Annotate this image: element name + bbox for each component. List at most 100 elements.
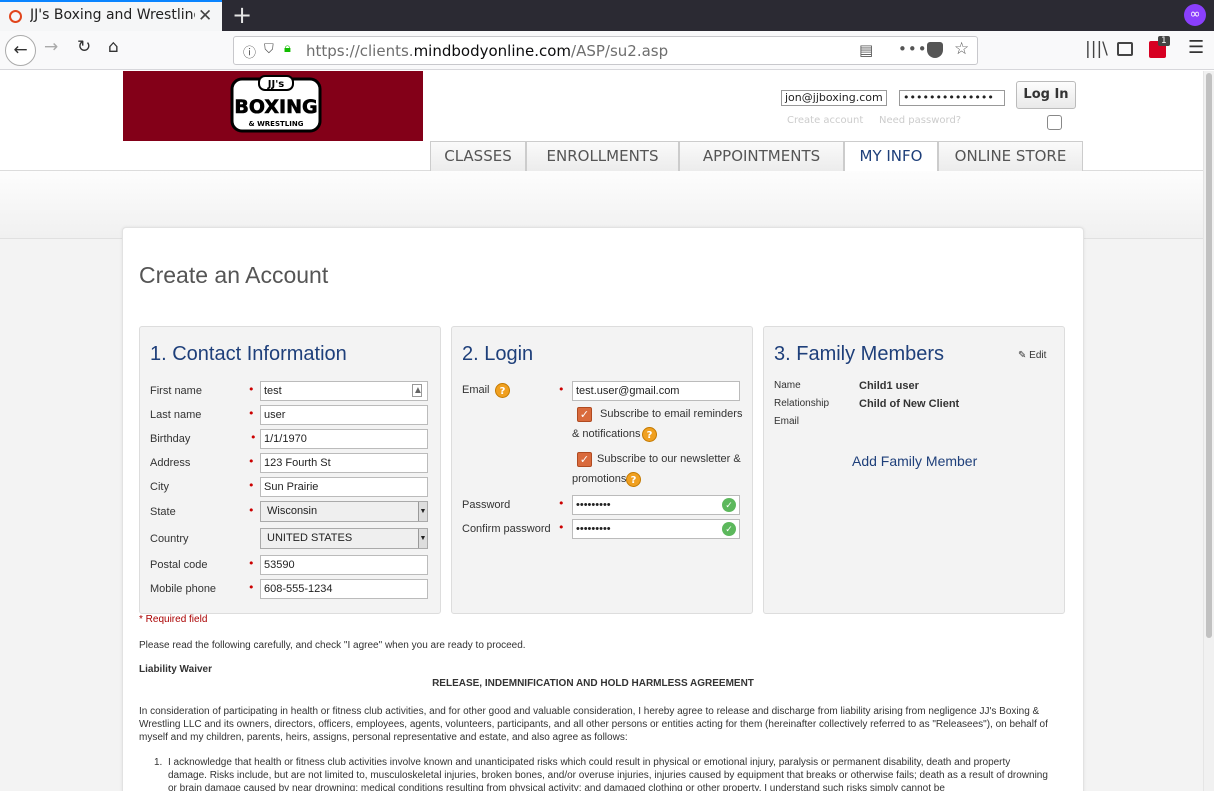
chevron-down-icon: ▼	[418, 529, 427, 548]
login-email-field[interactable]: jon@jjboxing.com	[781, 90, 887, 106]
url-text[interactable]: https://clients.mindbodyonline.com/ASP/s…	[306, 42, 668, 60]
state-label: State	[150, 506, 176, 518]
add-family-member-link[interactable]: Add Family Member	[852, 453, 977, 469]
postal-code-label: Postal code	[150, 559, 208, 571]
contact-card-icon[interactable]: ▲	[412, 384, 423, 397]
email-label: Email	[462, 384, 490, 396]
first-name-input[interactable]: test ▲	[260, 381, 428, 401]
page-actions-icon[interactable]: •••	[898, 40, 928, 58]
waiver-intro: In consideration of participating in hea…	[139, 706, 1048, 743]
mobile-phone-input[interactable]: 608-555-1234	[260, 579, 428, 599]
email-input[interactable]: test.user@gmail.com	[572, 381, 740, 401]
svg-text:JJ's: JJ's	[267, 79, 285, 90]
country-label: Country	[150, 533, 189, 545]
login-password-field[interactable]: ••••••••••••••	[899, 90, 1005, 106]
pencil-icon: ✎	[1018, 350, 1027, 361]
required-marker: •	[248, 455, 255, 468]
remember-me-checkbox[interactable]	[1047, 115, 1062, 130]
browser-navbar: ← → ↻ ⌂ ⓘ ⛉ 🔒︎ https://clients.mindbodyo…	[0, 31, 1214, 70]
subscribe-reminders-label: Subscribe to email reminders & notificat…	[572, 408, 743, 440]
home-button[interactable]: ⌂	[108, 37, 119, 57]
browser-tab[interactable]: JJ's Boxing and Wrestling ✕	[0, 0, 222, 31]
city-input[interactable]: Sun Prairie	[260, 477, 428, 497]
tab-appointments[interactable]: APPOINTMENTS	[679, 141, 844, 171]
contact-information-panel: 1. Contact Information First name • test…	[139, 326, 441, 614]
required-marker: •	[248, 407, 255, 420]
family-email-label: Email	[774, 416, 800, 427]
family-members-panel: 3. Family Members ✎ Edit Name Child1 use…	[763, 326, 1065, 614]
bookmark-star-icon[interactable]: ☆	[954, 39, 969, 59]
check-valid-icon: ✓	[722, 498, 736, 512]
browser-tabbar: JJ's Boxing and Wrestling ✕ + ∞	[0, 0, 1214, 31]
need-password-link[interactable]: Need password?	[879, 115, 961, 126]
url-bar[interactable]: ⓘ ⛉ 🔒︎ https://clients.mindbodyonline.co…	[233, 36, 978, 65]
required-marker: •	[558, 497, 565, 510]
pocket-icon[interactable]	[927, 42, 943, 58]
site-logo-banner[interactable]: JJ's BOXING & WRESTLING	[123, 71, 423, 141]
contact-panel-title: 1. Contact Information	[150, 343, 347, 365]
address-label: Address	[150, 457, 191, 469]
required-marker: •	[558, 383, 565, 396]
subscribe-newsletter-label: Subscribe to our newsletter & promotions	[572, 453, 741, 485]
instructions-text: Please read the following carefully, and…	[139, 640, 526, 651]
waiver-heading: Liability Waiver	[139, 664, 212, 675]
required-field-note: * Required field	[139, 614, 208, 625]
log-in-button[interactable]: Log In	[1016, 81, 1076, 109]
check-valid-icon: ✓	[722, 522, 736, 536]
required-marker: •	[558, 521, 565, 534]
address-input[interactable]: 123 Fourth St	[260, 453, 428, 473]
family-relationship-label: Relationship	[774, 398, 830, 409]
waiver-title: RELEASE, INDEMNIFICATION AND HOLD HARMLE…	[432, 678, 754, 689]
reload-button[interactable]: ↻	[77, 37, 91, 57]
last-name-input[interactable]: user	[260, 405, 428, 425]
mobile-phone-label: Mobile phone	[150, 583, 217, 595]
info-icon[interactable]: ⓘ	[243, 42, 256, 61]
password-input[interactable]: ••••••••• ✓	[572, 495, 740, 515]
password-label: Password	[462, 499, 511, 511]
first-name-label: First name	[150, 385, 202, 397]
close-tab-icon[interactable]: ✕	[198, 6, 212, 26]
waiver-item-1: 1. I acknowledge that health or fitness …	[154, 757, 1048, 791]
forward-button[interactable]: →	[44, 37, 58, 57]
help-icon[interactable]: ?	[626, 472, 641, 487]
required-marker: •	[248, 383, 255, 396]
page-scrollbar[interactable]	[1203, 71, 1214, 791]
tab-enrollments[interactable]: ENROLLMENTS	[526, 141, 679, 171]
hamburger-menu-icon[interactable]: ☰	[1188, 37, 1204, 58]
tab-classes[interactable]: CLASSES	[430, 141, 526, 171]
state-select[interactable]: Wisconsin ▼	[260, 501, 428, 522]
postal-code-input[interactable]: 53590	[260, 555, 428, 575]
web-page: JJ's BOXING & WRESTLING jon@jjboxing.com…	[0, 71, 1214, 791]
back-button[interactable]: ←	[5, 35, 36, 66]
required-marker: •	[248, 504, 255, 517]
reader-view-icon[interactable]: ▤	[859, 41, 873, 59]
help-icon[interactable]: ?	[642, 427, 657, 442]
family-relationship-value: Child of New Client	[859, 398, 960, 410]
create-account-link[interactable]: Create account	[787, 115, 863, 126]
edit-family-link[interactable]: ✎ Edit	[1018, 350, 1046, 361]
jjs-boxing-logo: JJ's BOXING & WRESTLING	[230, 75, 322, 133]
city-label: City	[150, 481, 169, 493]
scrollbar-thumb[interactable]	[1206, 73, 1212, 638]
required-marker: •	[248, 479, 255, 492]
tracking-shield-icon[interactable]: ⛉	[264, 42, 274, 57]
tab-my-info[interactable]: MY INFO	[844, 141, 938, 172]
new-tab-button[interactable]: +	[228, 1, 256, 29]
required-marker: •	[250, 431, 257, 444]
help-icon[interactable]: ?	[495, 383, 510, 398]
required-marker: •	[248, 557, 255, 570]
birthday-input[interactable]: 1/1/1970	[260, 429, 428, 449]
site-favicon-icon	[9, 10, 22, 23]
confirm-password-input[interactable]: ••••••••• ✓	[572, 519, 740, 539]
private-browsing-icon: ∞	[1184, 4, 1206, 26]
country-select[interactable]: UNITED STATES ▼	[260, 528, 428, 549]
birthday-label: Birthday	[150, 433, 191, 445]
tab-online-store[interactable]: ONLINE STORE	[938, 141, 1083, 171]
extension-badge: 1	[1158, 36, 1170, 46]
svg-text:BOXING: BOXING	[234, 96, 317, 118]
site-header: JJ's BOXING & WRESTLING jon@jjboxing.com…	[0, 71, 1203, 172]
sidebar-icon[interactable]	[1117, 42, 1133, 56]
chevron-down-icon: ▼	[418, 502, 427, 521]
lock-icon[interactable]: 🔒︎	[284, 41, 291, 56]
library-icon[interactable]: |||\	[1085, 39, 1108, 59]
